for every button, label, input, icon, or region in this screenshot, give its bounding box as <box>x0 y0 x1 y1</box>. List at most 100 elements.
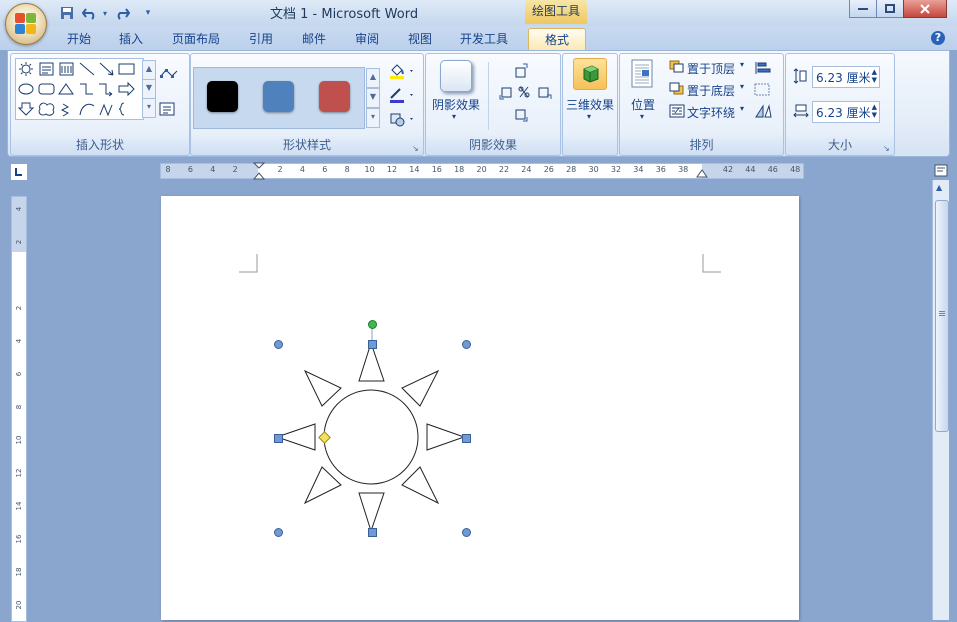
position-icon[interactable] <box>631 59 655 89</box>
group-label-size: 大小 <box>827 138 852 152</box>
shape-fill-icon[interactable] <box>388 62 416 79</box>
resize-handle-bottom-left[interactable] <box>274 528 283 537</box>
size-launcher-icon[interactable]: ↘ <box>883 144 891 153</box>
vertical-ruler[interactable]: 4 2 2 4 6 8 10 12 14 16 18 20 <box>11 196 27 622</box>
minimize-button[interactable] <box>849 0 877 18</box>
ruler-vertical-tick-label: 2 <box>15 305 23 311</box>
ruler-vertical-tick-label: 8 <box>15 404 23 410</box>
rotation-handle[interactable] <box>368 320 377 329</box>
shapes-more-icon[interactable]: ▾ <box>142 98 156 118</box>
3d-cube-icon[interactable] <box>574 59 606 89</box>
ruler-tick-label: 20 <box>476 165 487 174</box>
shapes-scroll-up-icon[interactable]: ▲ <box>142 60 156 80</box>
text-wrap-button[interactable]: 文字环绕 <box>687 104 735 121</box>
send-to-back-dropdown-icon[interactable]: ▾ <box>740 82 744 91</box>
position-button[interactable]: 位置 <box>631 96 655 113</box>
right-indent-marker-icon[interactable] <box>696 168 708 178</box>
ruler-tick-label: 22 <box>498 165 510 174</box>
resize-handle-bottom[interactable] <box>368 528 377 537</box>
tab-review[interactable]: 审阅 <box>346 28 388 50</box>
bring-to-front-button[interactable]: 置于顶层 <box>687 60 735 77</box>
tab-view[interactable]: 视图 <box>399 28 441 50</box>
ruler-tick-label: 32 <box>610 165 622 174</box>
office-logo-icon <box>15 13 37 35</box>
ruler-tick-label: 16 <box>431 165 442 174</box>
tab-developer[interactable]: 开发工具 <box>452 28 516 50</box>
tab-references[interactable]: 引用 <box>240 28 282 50</box>
shape-styles-gallery[interactable] <box>193 67 365 129</box>
resize-handle-right[interactable] <box>462 434 471 443</box>
redo-icon[interactable] <box>112 4 132 22</box>
align-group-rotate-icons[interactable] <box>753 60 777 120</box>
vertical-scrollbar[interactable]: ▲ <box>932 180 949 620</box>
ruler-vertical-tick-label: 2 <box>15 239 23 245</box>
shape-styles-launcher-icon[interactable]: ↘ <box>412 144 420 153</box>
style-swatch-red[interactable] <box>319 81 350 112</box>
shadow-effects-button[interactable]: 阴影效果 <box>432 96 480 113</box>
styles-scroll-up-icon[interactable]: ▲ <box>366 68 380 88</box>
ruler-tick-label: 36 <box>655 165 666 174</box>
office-button[interactable] <box>5 3 47 45</box>
shadow-effects-icon[interactable] <box>440 60 472 92</box>
tab-insert[interactable]: 插入 <box>110 28 152 50</box>
tab-selector-icon[interactable] <box>10 163 28 181</box>
ruler-tick-label: 38 <box>678 165 689 174</box>
ruler-tick-label: 28 <box>566 165 577 174</box>
help-icon[interactable]: ? <box>931 31 945 45</box>
resize-handle-left[interactable] <box>274 434 283 443</box>
ruler-tick-label: 24 <box>521 165 532 174</box>
width-icon <box>793 104 809 118</box>
send-to-back-button[interactable]: 置于底层 <box>687 82 735 99</box>
close-button[interactable] <box>903 0 947 18</box>
indent-marker-icon[interactable] <box>253 162 265 180</box>
change-shape-icon[interactable] <box>388 110 416 127</box>
style-swatch-blue[interactable] <box>263 81 294 112</box>
sun-shape-canvas <box>239 254 721 533</box>
styles-scroll-down-icon[interactable]: ▼ <box>366 88 380 108</box>
ruler-tick-label: 6 <box>322 165 328 174</box>
ruler-tick-label: 14 <box>409 165 420 174</box>
width-spin-icon[interactable]: ▲ ▼ <box>872 103 877 119</box>
tab-mailings[interactable]: 邮件 <box>293 28 335 50</box>
ruler-tick-label: 46 <box>767 165 778 174</box>
document-page[interactable] <box>161 196 799 620</box>
shape-height-value: 6.23 厘米 <box>816 71 871 85</box>
scroll-up-icon[interactable]: ▲ <box>936 183 942 192</box>
scrollbar-thumb[interactable] <box>935 200 949 432</box>
shapes-scroll-down-icon[interactable]: ▼ <box>142 79 156 99</box>
text-wrap-dropdown-icon[interactable]: ▾ <box>740 104 744 113</box>
tab-page-layout[interactable]: 页面布局 <box>164 28 228 50</box>
resize-handle-top[interactable] <box>368 340 377 349</box>
view-ruler-icon[interactable] <box>933 162 949 178</box>
styles-more-icon[interactable]: ▾ <box>366 108 380 128</box>
shapes-gallery[interactable] <box>15 58 144 120</box>
save-icon[interactable] <box>58 4 76 22</box>
position-dropdown-icon[interactable]: ▾ <box>640 112 644 121</box>
3d-effects-button[interactable]: 三维效果 <box>566 96 614 113</box>
height-icon <box>793 68 807 84</box>
undo-icon[interactable] <box>80 4 100 22</box>
style-swatch-black[interactable] <box>207 81 238 112</box>
shape-outline-icon[interactable] <box>388 86 416 103</box>
undo-dropdown-icon[interactable]: ▾ <box>101 4 109 22</box>
resize-handle-bottom-right[interactable] <box>462 528 471 537</box>
restore-button[interactable] <box>876 0 904 18</box>
text-box-icon[interactable] <box>159 102 175 118</box>
tab-format[interactable]: 格式 <box>528 28 586 51</box>
shadow-nudge-icons[interactable] <box>496 62 554 130</box>
tab-home[interactable]: 开始 <box>58 28 100 50</box>
3d-effects-dropdown-icon[interactable]: ▾ <box>587 112 591 121</box>
horizontal-ruler[interactable]: 8 6 4 2 2 4 6 8 10 12 14 16 18 20 22 24 26 28 30 32 34 36 38 42… <box>160 162 804 180</box>
shape-width-field[interactable]: 6.23 厘米 ▲ ▼ <box>812 101 880 123</box>
group-insert-shapes: ▲ ▼ ▾ 插入形状 <box>10 53 190 156</box>
bring-to-front-dropdown-icon[interactable]: ▾ <box>740 60 744 69</box>
customize-qat-icon[interactable]: ▾ <box>142 4 154 22</box>
edit-shape-icon[interactable] <box>159 66 178 82</box>
shape-height-field[interactable]: 6.23 厘米 ▲ ▼ <box>812 66 880 88</box>
resize-handle-top-left[interactable] <box>274 340 283 349</box>
resize-handle-top-right[interactable] <box>462 340 471 349</box>
group-label-shadow-effects: 阴影效果 <box>468 138 517 152</box>
ruler-tick-label: 6 <box>187 165 193 174</box>
height-spin-icon[interactable]: ▲ ▼ <box>872 68 877 84</box>
shadow-effects-dropdown-icon[interactable]: ▾ <box>452 112 456 121</box>
